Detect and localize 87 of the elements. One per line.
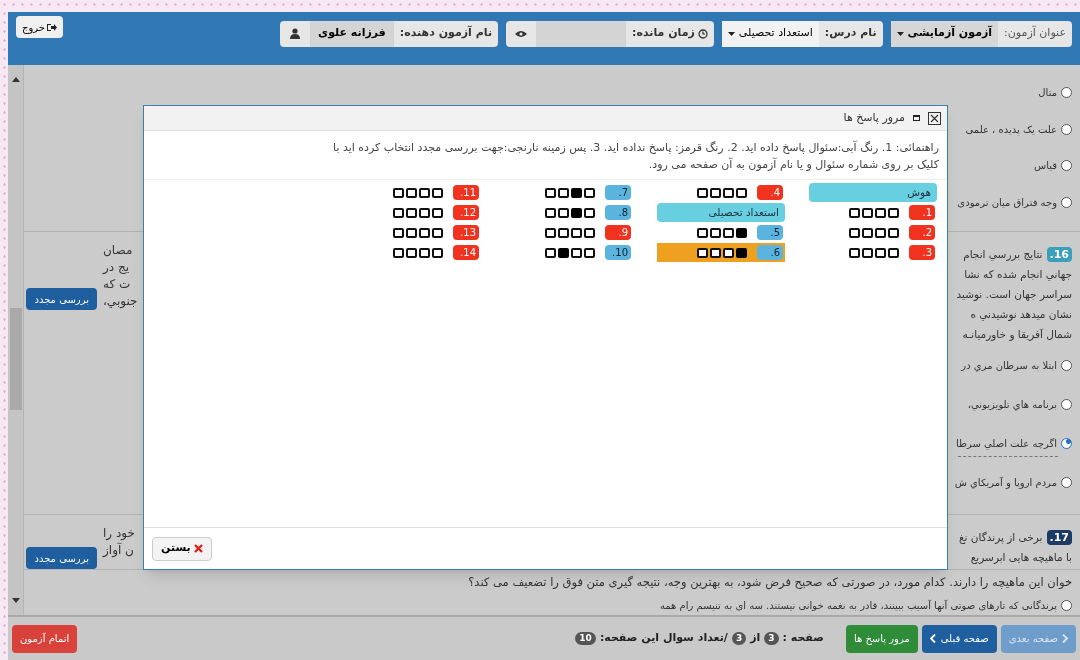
- question-text: جنوبي،: [103, 293, 139, 310]
- count-badge: 3: [731, 632, 747, 645]
- section-header[interactable]: استعداد تحصیلی: [657, 203, 785, 222]
- question-text: خوان این ماهیچه را دارند. کدام مورد، در صورتی که صحیح فرض شود، به بهترین وجه، نتیجه گیری متن فوق را تضعیف می کند؟: [467, 574, 1072, 592]
- question-number[interactable]: 14.: [453, 245, 479, 260]
- question-count-label: /تعداد سوال این صفحه:: [599, 630, 728, 647]
- finish-exam-button[interactable]: اتمام آزمون: [12, 624, 78, 653]
- question-number[interactable]: 6.: [757, 245, 783, 260]
- page-label: صفحه :: [782, 630, 824, 647]
- close-icon[interactable]: [928, 111, 941, 125]
- question-number[interactable]: 4.: [757, 185, 783, 200]
- question-text: ت كه: [103, 276, 132, 293]
- answer-option[interactable]: مردم اروپا و آمريكاي ش: [954, 475, 1057, 490]
- user-icon: [290, 28, 301, 39]
- dialog-title: مرور پاسخ ها: [843, 109, 905, 126]
- answer-option[interactable]: پرندگانی که تارهای صوتی آنها آسیب ببینند، قادر به نغمه خوانی نیستند. سه ای به تنیسم رام همه: [659, 598, 1057, 613]
- scrollbar-thumb[interactable]: [9, 308, 22, 410]
- close-icon: [193, 544, 203, 553]
- question-number[interactable]: 9.: [605, 225, 631, 240]
- previous-page-button[interactable]: صفحه قبلی: [921, 624, 997, 653]
- examinee-name: فرزانه علوی: [310, 20, 394, 47]
- question-text: شمال آفريقا و خاورميانـه: [962, 327, 1072, 343]
- question-number[interactable]: 8.: [605, 205, 631, 220]
- answer-option[interactable]: قیاس: [1033, 158, 1057, 173]
- question-number: 16.: [1046, 246, 1072, 262]
- radio-button[interactable]: [1061, 600, 1072, 611]
- instructions-text: راهنمائی: 1. رنگ آبی:سئوال پاسخ داده اید. 2. رنگ قرمز: پاسخ نداده اید. 3. پس زمینه نارنجی:جهت بررسی مجدد انتخاب کرده اید با کلیک بر روی شماره سئوال و یا نام آزمون به آن صفحه می رود.: [332, 139, 940, 173]
- radio-button[interactable]: [1061, 123, 1072, 135]
- question-text: ن آواز: [103, 542, 135, 559]
- review-answers-button[interactable]: مرور پاسخ ها: [845, 624, 918, 653]
- time-remaining-label: زمان مانده:: [626, 25, 714, 42]
- question-number[interactable]: 12.: [453, 205, 479, 220]
- question-text: نشان ميدهد نوشيدني ه: [970, 307, 1072, 323]
- question-number[interactable]: 2.: [909, 225, 935, 240]
- question-number[interactable]: 13.: [453, 225, 479, 240]
- radio-button[interactable]: [1061, 87, 1072, 98]
- scroll-down-icon[interactable]: [11, 598, 20, 603]
- chevron-icon: [1062, 634, 1068, 643]
- question-text: خود را: [103, 525, 136, 542]
- radio-button[interactable]: [1061, 360, 1072, 371]
- question-number[interactable]: 5.: [757, 225, 783, 240]
- question-text: نتایج بررسي انجام: [963, 247, 1043, 263]
- question-number: 17.: [1046, 529, 1072, 545]
- answer-option[interactable]: وجه فتراق میان ترمودی: [957, 194, 1057, 210]
- subject-label: نام درس:: [823, 25, 878, 42]
- scrollbar[interactable]: [8, 65, 24, 615]
- chevron-icon: [929, 634, 936, 643]
- section-header[interactable]: هوش: [809, 183, 937, 202]
- question-text: مصان: [103, 242, 134, 259]
- review-again-button[interactable]: بررسی مجدد: [26, 547, 97, 569]
- radio-button[interactable]: [1061, 160, 1072, 171]
- examinee-label: نام آزمون دهنده:: [398, 25, 494, 42]
- caret-icon: [896, 31, 904, 36]
- answer-option[interactable]: متال: [1038, 85, 1057, 100]
- scroll-up-icon[interactable]: [11, 77, 20, 82]
- exit-button[interactable]: خروج: [16, 16, 63, 38]
- answer-option[interactable]: علت یک پدیده ، علمی: [965, 121, 1057, 137]
- exam-title-label: عنوان آزمون:: [1003, 25, 1067, 42]
- radio-button[interactable]: [1061, 196, 1072, 208]
- review-again-button[interactable]: بررسی مجدد: [26, 288, 97, 310]
- answer-option[interactable]: برنامه هاي تلويزيوني،: [967, 397, 1057, 412]
- radio-button[interactable]: [1061, 438, 1072, 449]
- question-text: سراسر جهان است. نوشيد: [956, 287, 1072, 303]
- question-text: يج در: [103, 259, 131, 276]
- exam-title-dropdown[interactable]: آزمون آزمایشی: [890, 20, 999, 47]
- eye-icon: [515, 29, 528, 38]
- question-text: برخی از پرندگان نغ: [958, 530, 1043, 546]
- exit-icon: [47, 22, 57, 32]
- question-number[interactable]: 7.: [605, 185, 631, 200]
- radio-button[interactable]: [1061, 477, 1072, 488]
- maximize-icon[interactable]: [913, 115, 920, 121]
- clock-icon: [697, 28, 708, 39]
- question-number[interactable]: 1.: [909, 205, 935, 220]
- of-label: از: [750, 630, 761, 647]
- question-number[interactable]: 11.: [453, 185, 479, 200]
- answer-option[interactable]: ابتلا به سرطان مري در: [961, 358, 1057, 373]
- subject-dropdown[interactable]: استعداد تحصیلی: [721, 20, 819, 47]
- count-badge: 3: [764, 632, 779, 645]
- question-text: با ماهیچه هایی ابرسریع: [970, 550, 1072, 566]
- close-button[interactable]: بستن: [152, 536, 212, 561]
- caret-icon: [727, 31, 735, 36]
- question-text: جهاني انجام شده كه نشا: [964, 267, 1072, 283]
- radio-button[interactable]: [1061, 399, 1072, 410]
- count-badge: 10: [575, 632, 596, 645]
- question-number[interactable]: 10.: [605, 245, 631, 260]
- question-number[interactable]: 3.: [909, 245, 935, 260]
- answer-option[interactable]: اگرچه علت اصلي سرطا: [955, 436, 1057, 451]
